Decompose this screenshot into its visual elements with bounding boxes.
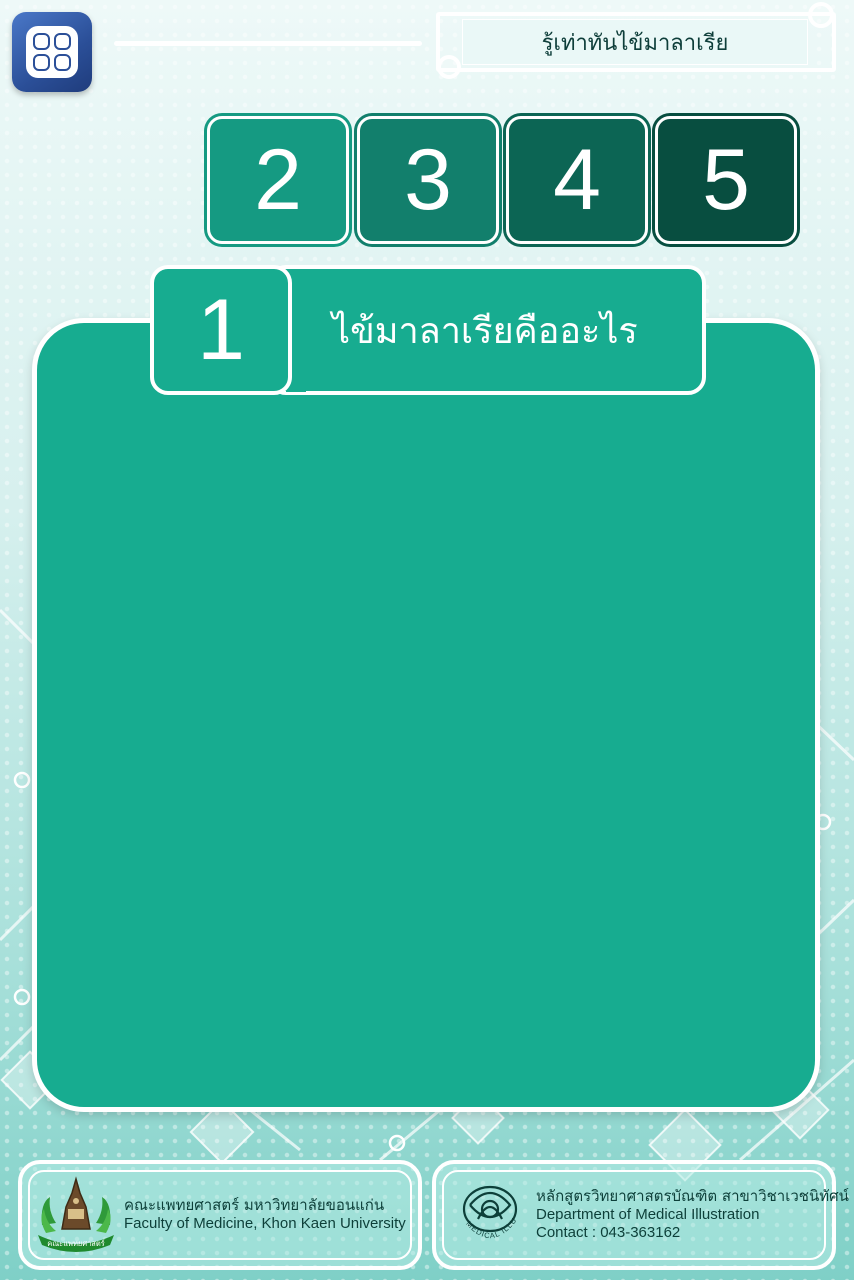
content-card: [32, 318, 820, 1112]
grid-menu-icon: [26, 26, 78, 78]
header-divider: [114, 41, 422, 46]
footer-kku-english: Faculty of Medicine, Khon Kaen Universit…: [124, 1215, 406, 1232]
tab-5-label: 5: [655, 116, 797, 244]
section-title: ไข้มาลาเรียคืออะไร: [332, 310, 638, 352]
footer-kku-thai: คณะแพทยศาสตร์ มหาวิทยาลัยขอนแก่น: [124, 1196, 385, 1215]
tab-3[interactable]: 3: [354, 113, 502, 247]
section-heading: ไข้มาลาเรียคืออะไร: [268, 265, 706, 395]
page-title: รู้เท่าทันไข้มาลาเรีย: [462, 19, 808, 65]
medical-illustration-logo-icon: MEDICAL ILLUSTRATION: [450, 1175, 518, 1240]
footer-contact: Contact : 043-363162: [536, 1224, 681, 1242]
footer-medical-illustration: MEDICAL ILLUSTRATION หลักสูตรวิทยาศาสตรบ…: [432, 1160, 849, 1270]
tab-4[interactable]: 4: [503, 113, 651, 247]
tab-3-label: 3: [357, 116, 499, 244]
footer-mi-thai: หลักสูตรวิทยาศาสตรบัณฑิต สาขาวิชาเวชนิทั…: [536, 1186, 849, 1205]
tab-2-label: 2: [207, 116, 349, 244]
section-number: 1: [150, 265, 292, 395]
title-frame-ring-icon: [808, 2, 834, 28]
tab-2[interactable]: 2: [204, 113, 352, 247]
page-title-text: รู้เท่าทันไข้มาลาเรีย: [541, 30, 729, 56]
kku-medicine-logo-icon: คณะแพทยศาสตร์: [38, 1176, 114, 1252]
footer-mi-inner: MEDICAL ILLUSTRATION หลักสูตรวิทยาศาสตรบ…: [442, 1170, 849, 1260]
footer-kku: คณะแพทยศาสตร์ คณะแพทยศาสตร์ มหาวิทยาลัยข…: [18, 1160, 422, 1270]
svg-text:คณะแพทยศาสตร์: คณะแพทยศาสตร์: [47, 1239, 105, 1248]
menu-button[interactable]: [12, 12, 92, 92]
tab-4-label: 4: [506, 116, 648, 244]
title-frame-ring-icon: [437, 55, 461, 79]
tab-5[interactable]: 5: [652, 113, 800, 247]
footer-kku-inner: คณะแพทยศาสตร์ คณะแพทยศาสตร์ มหาวิทยาลัยข…: [28, 1170, 412, 1260]
footer-mi-english: Department of Medical Illustration: [536, 1205, 760, 1223]
